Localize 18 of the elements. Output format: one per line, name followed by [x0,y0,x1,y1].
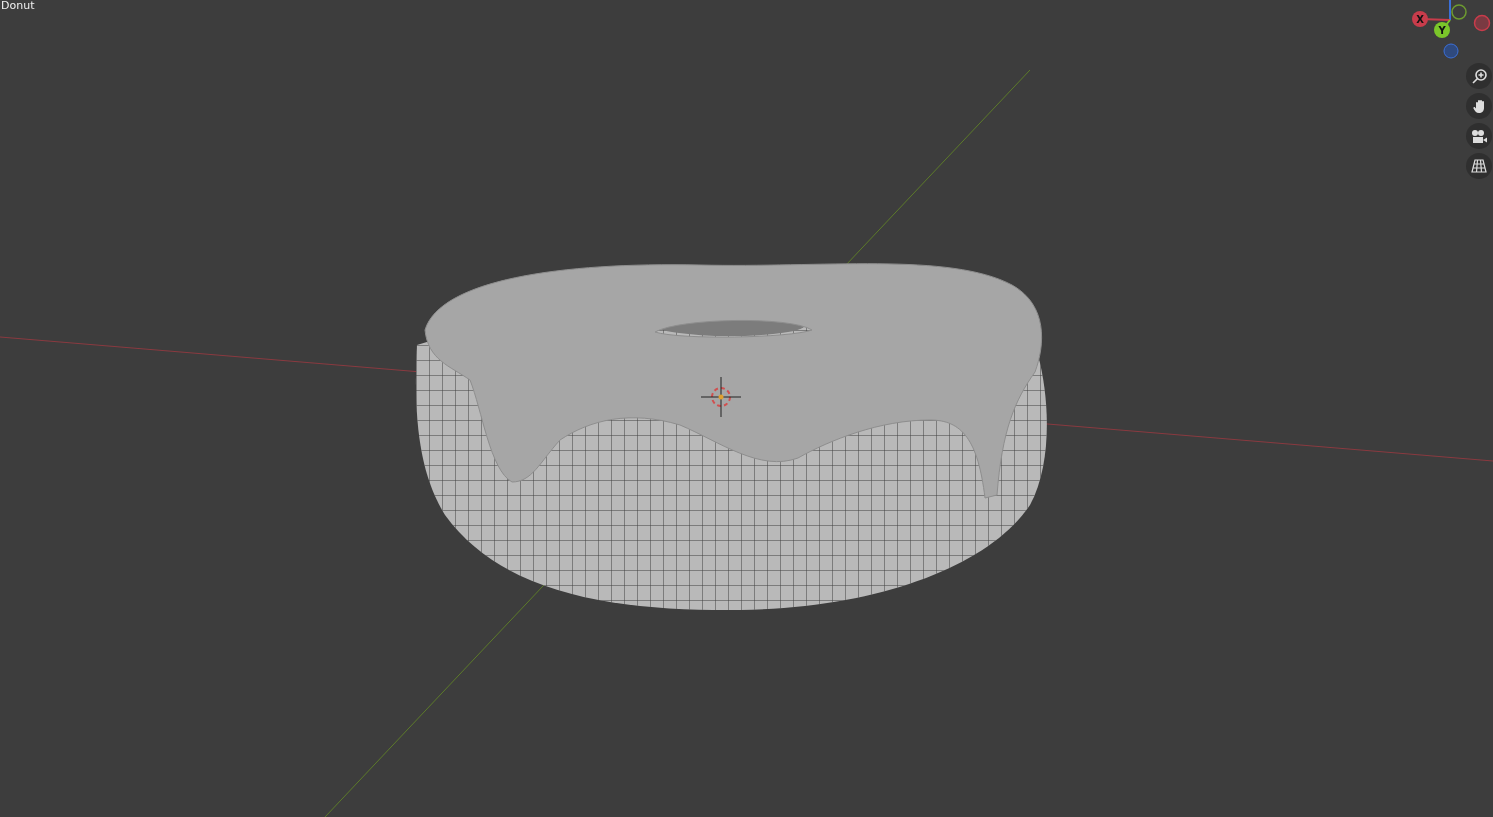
z-axis-line [1449,0,1451,21]
axis-handle[interactable] [1412,11,1428,27]
axis-label: Y [1438,25,1446,36]
navigation-button[interactable] [1466,93,1492,119]
hand-icon [1472,98,1486,114]
axis-handle[interactable] [1434,22,1450,38]
zoom-icon [1471,68,1487,84]
navigation-button[interactable] [1466,63,1492,89]
navigation-button[interactable] [1466,123,1492,149]
object-name: Donut [1,0,35,13]
grid-icon [1471,158,1487,174]
negative-z-handle[interactable] [1443,43,1459,59]
axis-label: X [1416,14,1424,25]
negative-x-handle[interactable] [1473,14,1491,32]
crosshair-icon [700,376,742,418]
navigation-button[interactable] [1466,153,1492,179]
negative-y-handle[interactable] [1451,4,1467,20]
movie-camera-icon [1471,128,1487,144]
